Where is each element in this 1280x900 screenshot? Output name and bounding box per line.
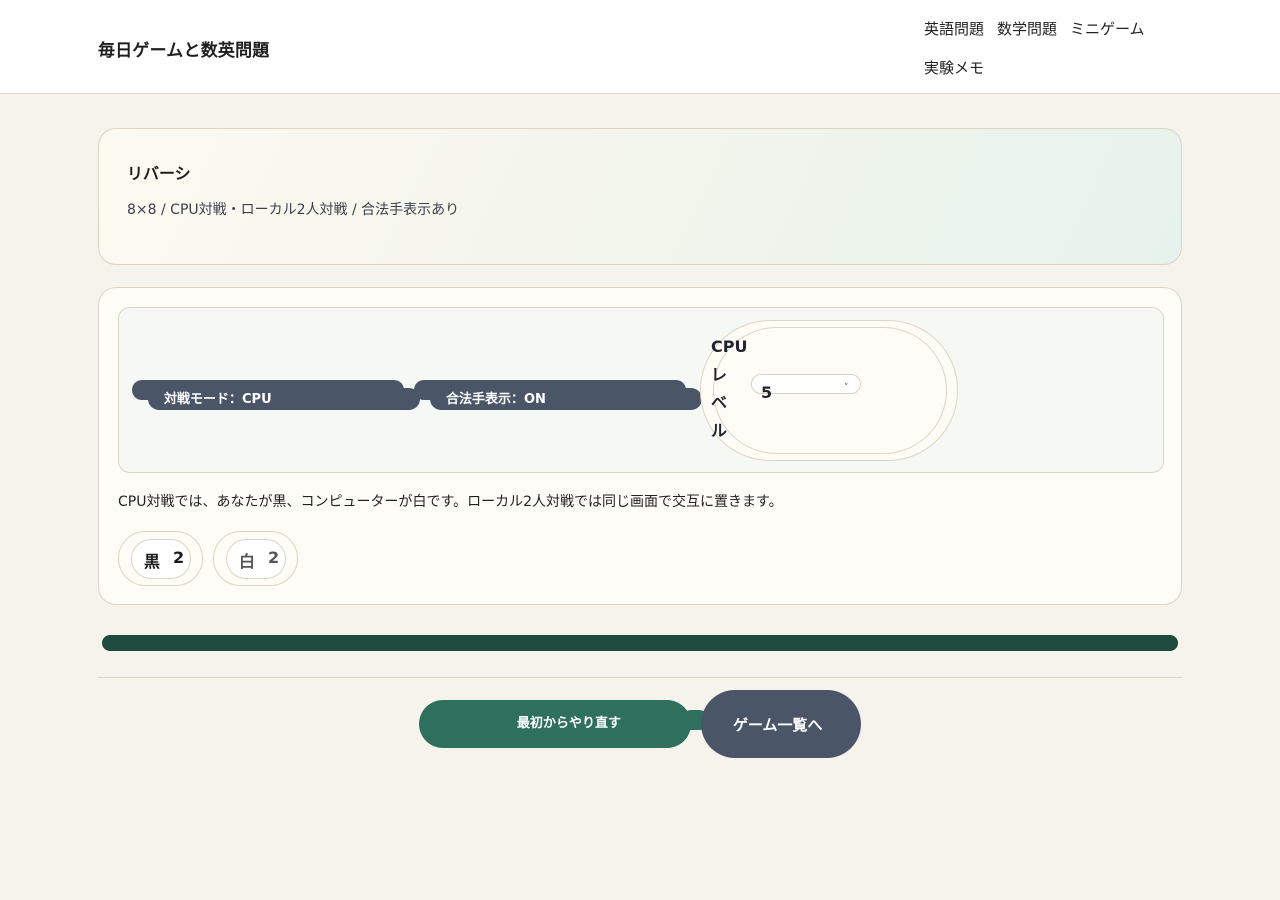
restart-button[interactable]: 最初からやり直す bbox=[419, 700, 709, 748]
nav-link-minigame[interactable]: ミニゲーム bbox=[1070, 18, 1145, 39]
white-score-badge: 白 2 bbox=[213, 531, 298, 586]
game-intro-card: リバーシ 8×8 / CPU対戦・ローカル2人対戦 / 合法手表示あり bbox=[98, 128, 1182, 265]
site-header: 毎日ゲームと数英問題 英語問題 数学問題 ミニゲーム 実験メモ bbox=[0, 0, 1280, 94]
game-list-button-label: ゲーム一覧へ bbox=[733, 716, 823, 734]
restart-button-label: 最初からやり直す bbox=[517, 716, 622, 731]
nav-link-lab-notes[interactable]: 実験メモ bbox=[924, 57, 984, 78]
page-title: リバーシ bbox=[127, 164, 191, 183]
game-panel: 対戦モード：CPU 合法手表示：ON CPU レ ベ ル 5 ˅ CPU対戦では… bbox=[98, 287, 1182, 605]
divider bbox=[98, 677, 1182, 678]
legal-moves-toggle-button[interactable]: 合法手表示：ON bbox=[414, 380, 704, 410]
nav-link-english[interactable]: 英語問題 bbox=[924, 18, 984, 39]
white-score-label: 白 bbox=[239, 552, 256, 571]
white-score-value: 2 bbox=[268, 548, 280, 567]
cpu-level-value: 5 bbox=[761, 383, 773, 402]
chevron-down-icon: ˅ bbox=[844, 383, 849, 393]
cpu-level-label: CPU レ ベ ル bbox=[711, 337, 748, 440]
site-title[interactable]: 毎日ゲームと数英問題 bbox=[98, 36, 270, 61]
hints-button-label: 合法手表示：ON bbox=[430, 388, 702, 410]
mode-toggle-button[interactable]: 対戦モード：CPU bbox=[132, 380, 422, 410]
black-score-badge: 黒 2 bbox=[118, 531, 203, 586]
black-score-value: 2 bbox=[173, 548, 185, 567]
black-score-label: 黒 bbox=[144, 552, 161, 571]
page-subtitle: 8×8 / CPU対戦・ローカル2人対戦 / 合法手表示あり bbox=[127, 202, 460, 218]
cpu-level-control: CPU レ ベ ル 5 ˅ bbox=[700, 320, 958, 461]
mode-button-label: 対戦モード：CPU bbox=[148, 388, 420, 410]
nav-link-math[interactable]: 数学問題 bbox=[997, 18, 1057, 39]
play-instructions: CPU対戦では、あなたが黒、コンピューターが白です。ローカル2人対戦では同じ画面… bbox=[118, 494, 783, 510]
game-controls: 対戦モード：CPU 合法手表示：ON CPU レ ベ ル 5 ˅ bbox=[118, 307, 1164, 473]
reversi-board[interactable] bbox=[102, 635, 1178, 651]
game-list-button[interactable]: ゲーム一覧へ bbox=[701, 690, 861, 758]
